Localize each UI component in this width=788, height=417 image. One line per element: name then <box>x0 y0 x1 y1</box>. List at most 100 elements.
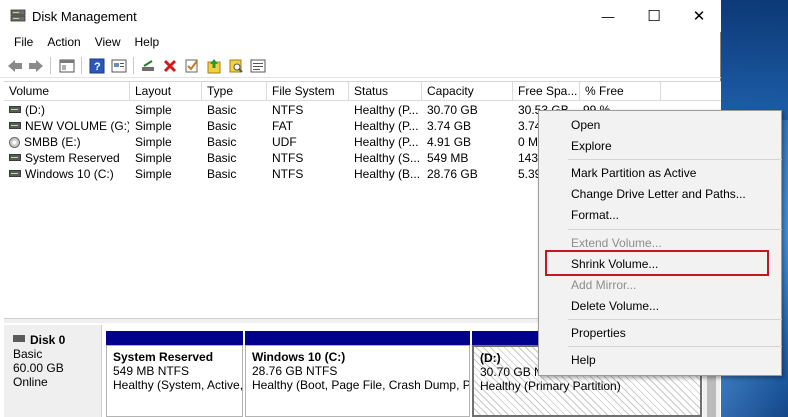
disk-name: Disk 0 <box>13 333 101 347</box>
partition-size: 28.76 GB NTFS <box>252 364 338 378</box>
menu-item-mark-active[interactable]: Mark Partition as Active <box>540 163 780 183</box>
volume-file-system: NTFS <box>272 151 304 165</box>
back-icon[interactable] <box>6 57 24 75</box>
menu-item-format[interactable]: Format... <box>540 205 780 225</box>
menu-bar: File Action View Help <box>0 32 721 52</box>
column-header-status[interactable]: Status <box>349 82 422 101</box>
volume-capacity: 549 MB <box>427 151 469 165</box>
volume-name: System Reserved <box>25 151 120 165</box>
volume-layout: Simple <box>135 119 172 133</box>
volume-name: (D:) <box>25 103 45 117</box>
disk-info-label[interactable]: Disk 0 Basic 60.00 GB Online <box>4 325 102 417</box>
window-title: Disk Management <box>32 9 137 24</box>
console-tree-icon[interactable] <box>58 57 76 75</box>
disk-icon <box>9 154 21 161</box>
volume-status: Healthy (P... <box>354 103 419 117</box>
menu-item-properties[interactable]: Properties <box>540 323 780 343</box>
volume-free-space: 143 <box>518 151 539 165</box>
volume-capacity: 30.70 GB <box>427 103 478 117</box>
volume-type: Basic <box>207 103 237 117</box>
scrollbar-thumb[interactable] <box>707 373 716 417</box>
disk-icon <box>9 122 21 129</box>
volume-file-system: NTFS <box>272 103 304 117</box>
delete-icon[interactable] <box>161 57 179 75</box>
column-header-type[interactable]: Type <box>202 82 267 101</box>
column-header-free-space[interactable]: Free Spa... <box>513 82 580 101</box>
disk-icon <box>9 106 21 113</box>
help-icon[interactable]: ? <box>88 57 106 75</box>
svg-text:?: ? <box>94 61 101 73</box>
menu-separator <box>568 319 782 320</box>
partition-system-reserved[interactable]: System Reserved 549 MB NTFS Healthy (Sys… <box>106 331 243 417</box>
maximize-icon: ☐ <box>647 8 661 25</box>
disk-size: 60.00 GB <box>13 361 64 375</box>
menu-help[interactable]: Help <box>128 35 167 49</box>
connect-icon[interactable] <box>139 57 157 75</box>
volume-name: SMBB (E:) <box>24 135 81 149</box>
menu-item-change-drive-letter[interactable]: Change Drive Letter and Paths... <box>540 184 780 204</box>
menu-item-shrink-volume[interactable]: Shrink Volume... <box>540 254 780 274</box>
volume-file-system: NTFS <box>272 167 304 181</box>
toolbar: ? <box>0 53 721 78</box>
forward-icon[interactable] <box>27 57 45 75</box>
volume-type: Basic <box>207 135 237 149</box>
context-menu: Open Explore Mark Partition as Active Ch… <box>538 110 782 376</box>
volume-status: Healthy (P... <box>354 119 419 133</box>
column-header-capacity[interactable]: Capacity <box>422 82 513 101</box>
volume-file-system: UDF <box>272 135 297 149</box>
disk-icon <box>9 170 21 177</box>
volume-file-system: FAT <box>272 119 294 133</box>
volume-capacity: 28.76 GB <box>427 167 478 181</box>
title-bar[interactable]: Disk Management — ☐ ✕ <box>0 0 721 32</box>
disk-state: Online <box>13 375 48 389</box>
partition-name: System Reserved <box>113 350 214 364</box>
column-header-file-system[interactable]: File System <box>267 82 349 101</box>
menu-item-extend-volume: Extend Volume... <box>571 236 662 250</box>
volume-capacity: 4.91 GB <box>427 135 472 149</box>
menu-item-delete-volume[interactable]: Delete Volume... <box>540 296 780 316</box>
volume-capacity: 3.74 GB <box>427 119 472 133</box>
partition-bar <box>106 331 243 345</box>
partition-status: Healthy (Boot, Page File, Crash Dump, Pr… <box>252 378 470 392</box>
menu-separator <box>568 229 782 230</box>
menu-item-add-mirror: Add Mirror... <box>571 278 637 292</box>
volume-status: Healthy (B... <box>354 167 421 181</box>
volume-layout: Simple <box>135 151 172 165</box>
volume-name: Windows 10 (C:) <box>25 167 114 181</box>
list-icon[interactable] <box>249 57 267 75</box>
column-header-percent-free[interactable]: % Free <box>580 82 661 101</box>
menu-view[interactable]: View <box>88 35 128 49</box>
column-header-layout[interactable]: Layout <box>130 82 202 101</box>
disk-management-app-icon <box>10 9 26 22</box>
volume-status: Healthy (P... <box>354 135 419 149</box>
column-header-filler <box>661 82 721 101</box>
partition-status: Healthy (System, Active, <box>113 378 243 392</box>
close-icon: ✕ <box>692 8 706 25</box>
menu-separator <box>568 159 782 160</box>
menu-file[interactable]: File <box>7 35 40 49</box>
minimize-icon: — <box>601 8 615 24</box>
volume-layout: Simple <box>135 167 172 181</box>
search-icon[interactable] <box>227 57 245 75</box>
volume-name: NEW VOLUME (G:) <box>25 119 129 133</box>
menu-separator <box>568 346 782 347</box>
volume-type: Basic <box>207 151 237 165</box>
cd-drive-icon <box>9 137 20 148</box>
column-header-volume[interactable]: Volume <box>4 82 130 101</box>
properties-icon[interactable] <box>110 57 128 75</box>
up-icon[interactable] <box>205 57 223 75</box>
disk-type: Basic <box>13 347 43 361</box>
checkmark-icon[interactable] <box>183 57 201 75</box>
menu-item-help[interactable]: Help <box>540 350 780 370</box>
close-button[interactable]: ✕ <box>676 0 722 32</box>
menu-item-open[interactable]: Open <box>540 115 780 135</box>
volume-type: Basic <box>207 167 237 181</box>
partition-windows-c[interactable]: Windows 10 (C:) 28.76 GB NTFS Healthy (B… <box>245 331 470 417</box>
minimize-button[interactable]: — <box>585 0 631 32</box>
menu-action[interactable]: Action <box>40 35 87 49</box>
maximize-button[interactable]: ☐ <box>631 0 677 32</box>
volume-type: Basic <box>207 119 237 133</box>
menu-item-explore[interactable]: Explore <box>540 136 780 156</box>
partition-status: Healthy (Primary Partition) <box>480 379 621 393</box>
partition-size: 549 MB NTFS <box>113 364 190 378</box>
